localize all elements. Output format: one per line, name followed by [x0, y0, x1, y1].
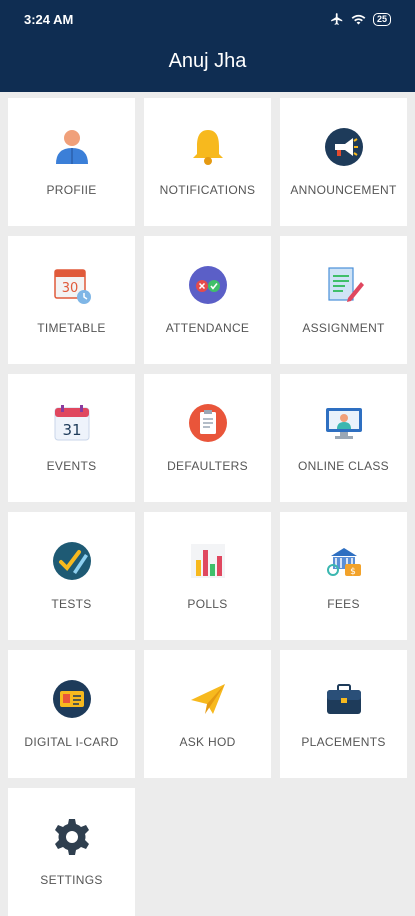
app-header: 3:24 AM 25 Anuj Jha [0, 0, 415, 92]
tile-label: EVENTS [46, 459, 97, 473]
attendance-icon [188, 266, 227, 304]
tile-online-class[interactable]: ONLINE CLASS [280, 374, 407, 502]
tile-label: SETTINGS [40, 873, 103, 887]
test-icon [52, 542, 91, 580]
tile-label: DIGITAL I-CARD [24, 735, 119, 749]
svg-text:$: $ [350, 567, 356, 577]
wifi-icon [351, 14, 366, 24]
tile-profile[interactable]: PROFIIE [8, 98, 135, 226]
fees-icon: $ [326, 548, 361, 577]
calendar-icon: 31 [54, 405, 89, 441]
status-bar: 3:24 AM 25 [24, 9, 391, 29]
menu-grid: PROFIIE NOTIFICATIONS ANNOUNCEMENT 30 TI… [8, 98, 408, 916]
tile-label: FEES [327, 597, 360, 611]
tile-announcement[interactable]: ANNOUNCEMENT [280, 98, 407, 226]
online-class-icon [325, 408, 362, 439]
svg-text:31: 31 [62, 421, 81, 439]
tile-label: TESTS [51, 597, 92, 611]
tile-label: PLACEMENTS [301, 735, 386, 749]
megaphone-icon [324, 128, 363, 166]
clipboard-icon [188, 404, 227, 442]
status-time: 3:24 AM [24, 11, 74, 27]
calendar-clock-icon: 30 [53, 269, 91, 304]
tile-label: ASK HOD [179, 735, 236, 749]
tile-label: ATTENDANCE [165, 321, 250, 335]
tile-notifications[interactable]: NOTIFICATIONS [144, 98, 271, 226]
tile-attendance[interactable]: ATTENDANCE [144, 236, 271, 364]
tile-ask-hod[interactable]: ASK HOD [144, 650, 271, 778]
tile-assignment[interactable]: ASSIGNMENT [280, 236, 407, 364]
polls-icon [190, 544, 225, 578]
tile-label: DEFAULTERS [167, 459, 248, 473]
status-icons: 25 [330, 12, 391, 26]
gear-icon [54, 819, 89, 855]
tile-label: ONLINE CLASS [298, 459, 389, 473]
tile-label: PROFIIE [46, 183, 97, 197]
tile-label: NOTIFICATIONS [159, 183, 256, 197]
profile-icon [55, 130, 88, 164]
tile-label: POLLS [187, 597, 228, 611]
page-title: Anuj Jha [168, 50, 247, 72]
tile-digital-icard[interactable]: DIGITAL I-CARD [8, 650, 135, 778]
assignment-icon [327, 267, 364, 302]
tile-fees[interactable]: $ FEES [280, 512, 407, 640]
id-card-icon [52, 680, 91, 718]
paper-plane-icon [190, 684, 225, 714]
tile-events[interactable]: 31 EVENTS [8, 374, 135, 502]
tile-placements[interactable]: PLACEMENTS [280, 650, 407, 778]
tile-label: ASSIGNMENT [302, 321, 385, 335]
airplane-icon [331, 13, 343, 25]
briefcase-icon [326, 684, 361, 714]
tile-timetable[interactable]: 30 TIMETABLE [8, 236, 135, 364]
tile-tests[interactable]: TESTS [8, 512, 135, 640]
svg-text:30: 30 [61, 281, 78, 296]
tile-label: ANNOUNCEMENT [290, 183, 397, 197]
battery-indicator: 25 [372, 12, 391, 26]
tile-label: TIMETABLE [37, 321, 106, 335]
bell-icon [192, 130, 223, 165]
tile-polls[interactable]: POLLS [144, 512, 271, 640]
tile-settings[interactable]: SETTINGS [8, 788, 135, 916]
tile-defaulters[interactable]: DEFAULTERS [144, 374, 271, 502]
